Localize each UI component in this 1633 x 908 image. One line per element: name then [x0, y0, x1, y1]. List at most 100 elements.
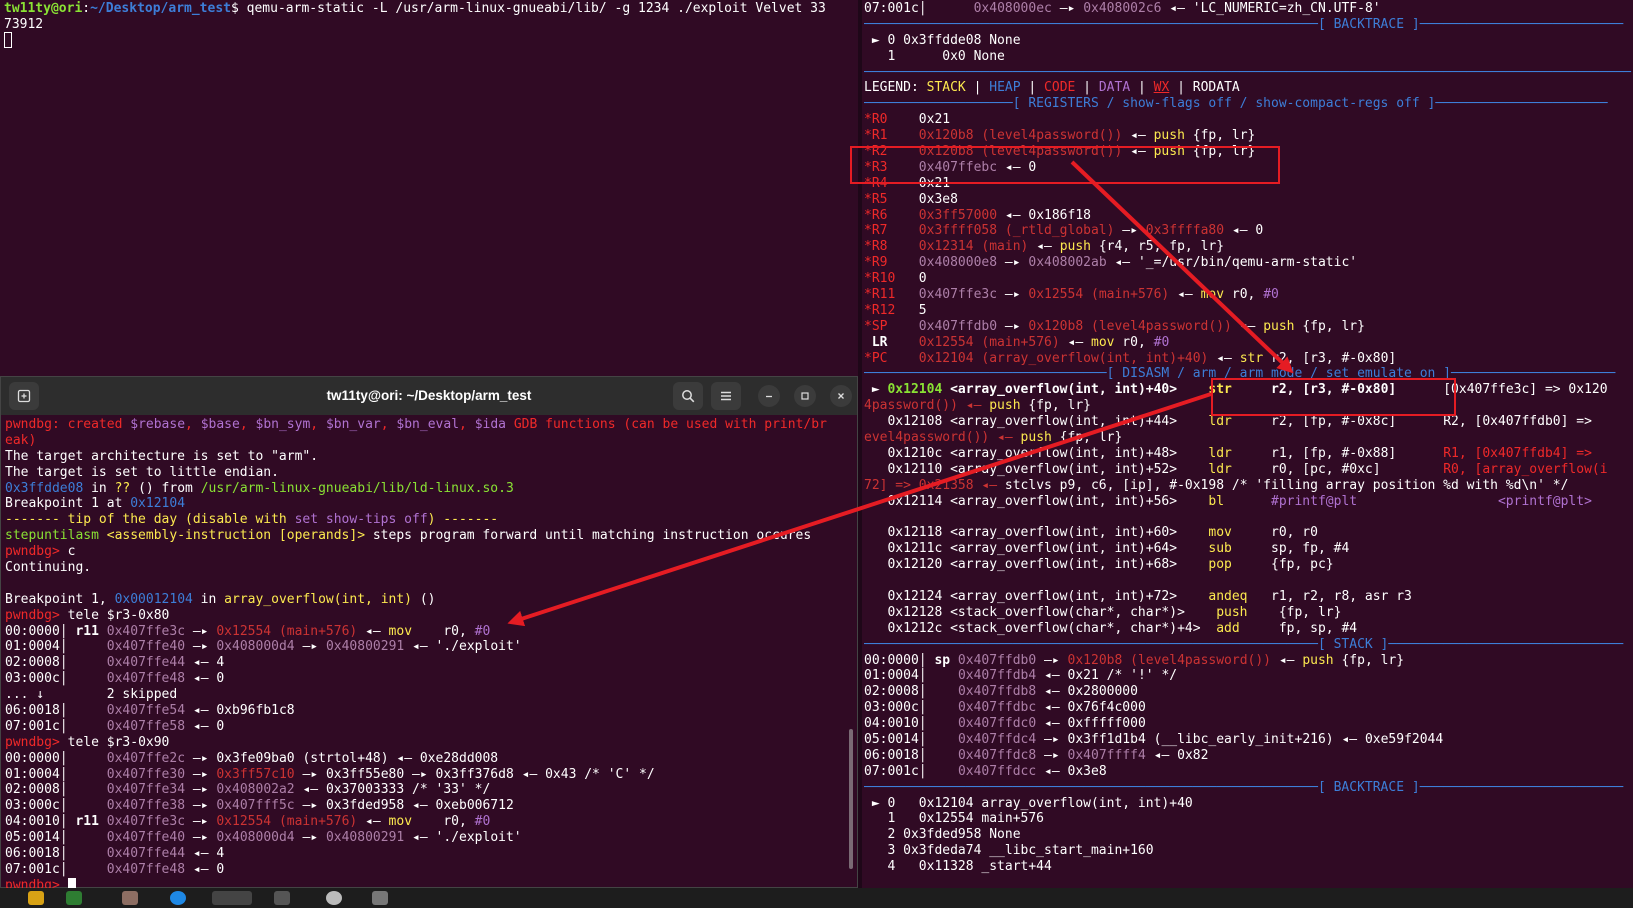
output-text: STACK: [926, 80, 966, 96]
output-text: 0x3ffffa80: [1145, 223, 1225, 239]
output-text: pwndbg>: [5, 607, 68, 623]
output-text: │: [59, 703, 107, 719]
output-text: 0x120b8 (level4password()): [1028, 318, 1232, 334]
top-terminal-pane[interactable]: tw11ty@ori:~/Desktop/arm_test$ qemu-arm-…: [0, 0, 858, 376]
output-text: 0x12120 <array_overflow(int, int)+68>: [864, 557, 1209, 573]
output-text: 0x407ffdb0: [950, 652, 1037, 668]
output-text: ) -------: [427, 512, 499, 528]
output-text: in: [192, 591, 225, 607]
output-text: 1 0x12554 main+576: [864, 811, 1045, 827]
output-text: 0x407ffe2c: [106, 750, 186, 766]
context-line: *R8 0x12314 (main) ◂— push {r4, r5, fp, …: [864, 239, 1633, 255]
output-text: r2, [fp, #-0x8c]: [1271, 414, 1397, 430]
output-text: │: [918, 747, 958, 763]
context-line: *PC 0x12104 (array_overflow(int, int)+40…: [864, 351, 1633, 367]
dock-app-icon[interactable]: [372, 891, 388, 905]
output-text: 0x408000ec: [973, 1, 1052, 16]
dock-app-icon[interactable]: [326, 891, 342, 905]
output-text: 05:0014: [864, 731, 919, 747]
context-line: *R6 0x3ff57000 ◂— 0x186f18: [864, 208, 1633, 224]
search-icon[interactable]: [673, 382, 703, 410]
output-text: 0x407ffdb0: [903, 318, 998, 334]
new-tab-icon[interactable]: [9, 382, 39, 410]
output-text: 0x407ffe44: [106, 655, 186, 671]
output-text: ◂—: [1059, 334, 1091, 350]
dock-app-icon[interactable]: [274, 891, 290, 905]
gdb-output-line: Continuing.: [5, 560, 853, 576]
output-text: |: [1075, 80, 1099, 96]
output-text: pwndbg:: [5, 417, 60, 432]
output-text: ◂—: [1208, 350, 1240, 366]
output-text: 0x12110 <array_overflow(int, int)+52>: [864, 461, 1209, 477]
output-text: 06:0018: [5, 846, 60, 862]
output-text: 07:001c: [5, 718, 60, 734]
context-line: 03:000c│ 0x407ffdbc ◂— 0x76f4c000: [864, 700, 1633, 716]
output-text: 0x12554 (main+576): [903, 334, 1060, 350]
output-text: LR: [864, 334, 904, 350]
gdb-output-line: 05:0014│ 0x407ffe40 —▸ 0x408000d4 —▸ 0x4…: [5, 830, 853, 846]
dock-app-icon[interactable]: [212, 891, 252, 905]
close-icon[interactable]: [830, 385, 852, 407]
output-text: {fp, lr}: [1333, 652, 1405, 668]
output-text: *R1: [864, 128, 904, 144]
output-text: $base: [200, 417, 240, 432]
instruction-highlight-box: [1211, 378, 1456, 416]
dock-app-icon[interactable]: [170, 891, 186, 905]
output-text: str: [1239, 350, 1264, 366]
output-text: ◂— './exploit': [404, 639, 522, 655]
output-text: 0x00012104: [114, 591, 193, 607]
output-text: 0x3ff57c10: [216, 766, 295, 782]
gdb-output-line: 07:001c│ 0x407ffe58 ◂— 0: [5, 719, 853, 735]
output-text: 01:0004: [5, 766, 60, 782]
terminal-scrollbar[interactable]: [849, 729, 853, 869]
maximize-icon[interactable]: [794, 385, 816, 407]
output-text: ◂— 0xe28dd008: [388, 750, 499, 766]
menu-icon[interactable]: [711, 382, 741, 410]
gdb-output-line: ... ↓ 2 skipped: [5, 687, 853, 703]
output-text: push: [1263, 318, 1295, 334]
window-titlebar[interactable]: tw11ty@ori: ~/Desktop/arm_test: [1, 377, 857, 415]
output-text: 07:001c: [864, 763, 919, 779]
output-text: tele $r3-0x80: [67, 607, 170, 623]
registers-highlight-box: [850, 146, 1280, 184]
output-text: │: [918, 700, 958, 716]
output-text: 0x1211c <array_overflow(int, int)+64>: [864, 541, 1209, 557]
output-text: 0x12104: [130, 496, 186, 512]
output-text: 0x12554 (main+576): [216, 623, 358, 639]
output-text: /usr/arm-linux-gnueabi/lib/ld-linux.so.3: [200, 480, 514, 496]
output-text: 0x12118 <array_overflow(int, int)+60>: [864, 525, 1209, 541]
dock-app-icon[interactable]: [122, 891, 138, 905]
gdb-output-line: Breakpoint 1 at 0x12104: [5, 496, 853, 512]
output-text: stepuntilasm: [5, 528, 107, 544]
dock-app-icon[interactable]: [66, 891, 82, 905]
gdb-output-line: 06:0018│ 0x407ffe54 ◂— 0xb96fb1c8: [5, 703, 853, 719]
output-text: set show-tips off: [294, 512, 428, 528]
output-text: {fp, lr}: [1294, 318, 1365, 334]
output-text: │: [59, 782, 107, 798]
output-text: eak): [5, 432, 37, 448]
output-text: #0: [1263, 287, 1279, 303]
context-line: ► 0 0x12104 array_overflow(int, int)+40: [864, 796, 1633, 812]
output-text: │: [918, 684, 958, 700]
gdb-output-line: 02:0008│ 0x407ffe44 ◂— 4: [5, 655, 853, 671]
output-text: 05:0014: [5, 830, 60, 846]
output-text: pwndbg>: [5, 734, 68, 750]
minimize-icon[interactable]: [758, 385, 780, 407]
output-text: ────────────────────────────────────────…: [864, 636, 1624, 652]
output-text: —▸: [1036, 652, 1068, 668]
output-text: 1 0x0 None: [864, 48, 1005, 64]
output-text: —▸: [294, 639, 326, 655]
output-text: —▸ 0x3ff55e80 —▸ 0x3ff376d8 ◂— 0x43 /* '…: [294, 766, 655, 782]
output-text: ,: [459, 814, 475, 830]
output-text: 03:000c: [5, 671, 60, 687]
output-text: ► 0 0x12104 array_overflow(int, int)+40: [864, 795, 1193, 811]
output-text: 0x407ffff4: [1067, 747, 1146, 763]
gdb-output-line: eak): [5, 433, 853, 449]
terminal-window[interactable]: tw11ty@ori: ~/Desktop/arm_test pwndbg: c…: [0, 376, 858, 893]
pwndbg-context-pane[interactable]: 07:001c│ 0x408000ec —▸ 0x408002c6 ◂— 'LC…: [862, 0, 1633, 888]
terminal-cursor: [4, 32, 12, 48]
dock-app-icon[interactable]: [28, 891, 44, 905]
output-text: ,: [459, 623, 475, 639]
output-text: array_overflow(int, int): [224, 591, 413, 607]
output-text: R0, [array_overflow(i: [1380, 461, 1608, 477]
